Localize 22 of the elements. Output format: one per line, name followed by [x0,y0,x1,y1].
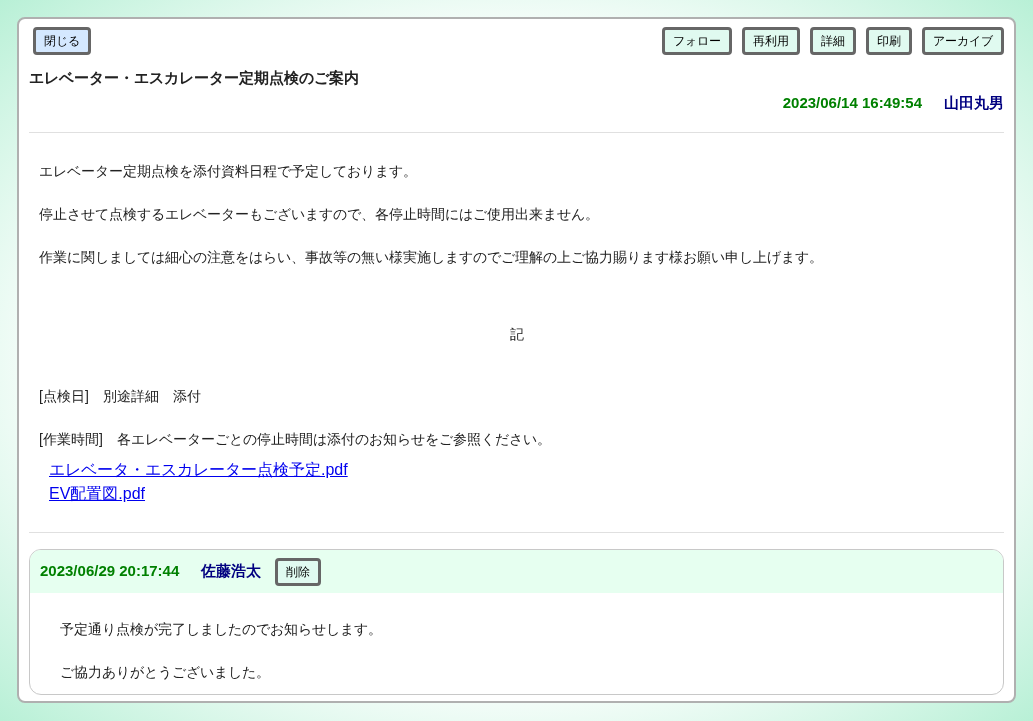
toolbar-button[interactable]: アーカイブ [922,27,1004,55]
toolbar-button[interactable]: 再利用 [742,27,800,55]
post-datetime: 2023/06/14 16:49:54 [782,92,922,113]
message-title: エレベーター・エスカレーター定期点検のご案内 [29,68,359,88]
comment-text: ご協力ありがとうございました。 [60,663,271,682]
body-paragraph: 停止させて点検するエレベーターもございますので、各停止時間にはご使用出来ません。 [39,205,600,224]
body-paragraph: 記 [509,325,524,344]
comment-text: 予定通り点検が完了しましたのでお知らせします。 [60,620,383,639]
attachment-link[interactable]: EV配置図.pdf [49,482,146,506]
body-paragraph: 作業に関しましては細心の注意をはらい、事故等の無い様実施しますのでご理解の上ご協力賜ります様お願い申し上げます。 [39,248,824,267]
delete-button[interactable]: 削除 [275,557,322,586]
body-paragraph: エレベーター定期点検を添付資料日程で予定しております。 [39,162,418,181]
comment-datetime: 2023/06/29 20:17:44 [40,561,180,582]
attachment-link[interactable]: エレベータ・エスカレーター点検予定.pdf [49,458,348,482]
toolbar-button[interactable]: 詳細 [810,27,856,55]
comment-author: 佐藤浩太 [201,561,262,582]
close-button[interactable]: 閉じる [33,27,91,55]
author-name: 山田丸男 [944,92,1004,113]
toolbar-button[interactable]: フォロー [662,27,732,55]
body-paragraph: [作業時間] 各エレベーターごとの停止時間は添付のお知らせをご参照ください。 [39,430,552,449]
body-paragraph: [点検日] 別途詳細 添付 [39,387,202,406]
toolbar-button[interactable]: 印刷 [866,27,912,55]
